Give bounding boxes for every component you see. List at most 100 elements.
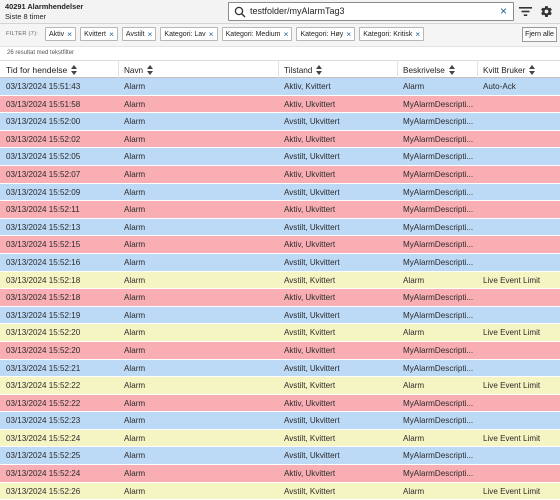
column-divider[interactable]: [397, 60, 398, 78]
search-value: testfolder/myAlarmTag3: [250, 6, 345, 16]
clear-search-button[interactable]: ×: [500, 4, 507, 18]
column-header-state[interactable]: Tilstand: [284, 61, 323, 79]
cell-name: Alarm: [124, 310, 146, 320]
table-row[interactable]: 03/13/2024 15:52:09 Alarm Avstilt, Ukvitte…: [0, 183, 560, 202]
cell-desc: MyAlarmDescripti...: [403, 398, 474, 408]
filter-button[interactable]: [517, 3, 534, 20]
filter-chip-avstilt[interactable]: Avstilt ×: [121, 27, 157, 41]
cell-time: 03/13/2024 15:52:20: [6, 328, 81, 338]
column-header-time[interactable]: Tid for hendelse: [6, 61, 78, 79]
table-row[interactable]: 03/13/2024 15:52:22 Alarm Avstilt, Kvitter…: [0, 377, 560, 395]
gear-icon: [541, 6, 552, 17]
cell-user: Live Event Limit: [483, 328, 541, 338]
filter-chip-kategori-medium[interactable]: Kategori: Medium ×: [221, 27, 293, 41]
cell-user: [483, 412, 559, 429]
remove-chip-icon[interactable]: ×: [346, 29, 351, 39]
cell-time: 03/13/2024 15:52:23: [6, 416, 81, 426]
column-divider[interactable]: [477, 60, 478, 78]
filter-chip-kategori-hoy[interactable]: Kategori: Høy ×: [296, 27, 356, 41]
cell-name: Alarm: [124, 398, 146, 408]
sort-icon: [448, 65, 455, 75]
sort-icon: [147, 65, 154, 75]
table-row[interactable]: 03/13/2024 15:52:15 Alarm Aktiv, Ukvittert…: [0, 236, 560, 254]
column-header-description[interactable]: Beskrivelse: [403, 61, 455, 79]
cell-desc: MyAlarmDescripti...: [403, 257, 474, 267]
table-row[interactable]: 03/13/2024 15:52:23 Alarm Avstilt, Ukvitte…: [0, 412, 560, 430]
filter-icon: [519, 7, 532, 16]
chip-label: Kategori: Lav: [164, 30, 206, 38]
column-header-name[interactable]: Navn: [124, 61, 154, 79]
filter-chip-kategori-lav[interactable]: Kategori: Lav ×: [160, 27, 218, 41]
sort-icon: [71, 65, 78, 75]
search-icon: [234, 6, 246, 18]
table-row[interactable]: 03/13/2024 15:52:18 Alarm Avstilt, Kvitter…: [0, 271, 560, 290]
filter-chip-kategori-kritisk[interactable]: Kategori: Kritisk ×: [359, 27, 425, 41]
cell-name: Alarm: [124, 169, 146, 179]
cell-time: 03/13/2024 15:52:05: [6, 152, 81, 162]
table-row[interactable]: 03/13/2024 15:52:11 Alarm Aktiv, Ukvittert…: [0, 201, 560, 219]
column-header-label: Tilstand: [284, 65, 313, 75]
cell-desc: MyAlarmDescripti...: [403, 240, 474, 250]
table-row[interactable]: 03/13/2024 15:52:05 Alarm Avstilt, Ukvitte…: [0, 148, 560, 166]
cell-name: Alarm: [124, 134, 146, 144]
column-header-ack-user[interactable]: Kvitt Bruker: [483, 61, 536, 79]
cell-time: 03/13/2024 15:52:09: [6, 187, 81, 197]
settings-button[interactable]: [538, 3, 555, 20]
cell-user: [483, 131, 559, 148]
table-row[interactable]: 03/13/2024 15:52:26 Alarm Avstilt, Kvitter…: [0, 482, 560, 500]
chip-label: Aktiv: [49, 30, 65, 38]
cell-desc: MyAlarmDescripti...: [403, 117, 474, 127]
table-row[interactable]: 03/13/2024 15:52:20 Alarm Avstilt, Kvitter…: [0, 324, 560, 342]
cell-name: Alarm: [124, 293, 146, 303]
cell-time: 03/13/2024 15:52:21: [6, 363, 81, 373]
cell-state: Avstilt, Ukvittert: [284, 416, 340, 426]
table-row[interactable]: 03/13/2024 15:52:19 Alarm Avstilt, Ukvitte…: [0, 306, 560, 325]
clear-all-filters-button[interactable]: Fjern alle: [522, 27, 557, 42]
table-row[interactable]: 03/13/2024 15:52:20 Alarm Aktiv, Ukvittert…: [0, 341, 560, 360]
cell-time: 03/13/2024 15:52:18: [6, 293, 81, 303]
column-header-label: Navn: [124, 65, 144, 75]
remove-chip-icon[interactable]: ×: [147, 29, 152, 39]
remove-chip-icon[interactable]: ×: [67, 29, 72, 39]
table-row[interactable]: 03/13/2024 15:52:07 Alarm Aktiv, Ukvittert…: [0, 165, 560, 184]
result-status: 26 resultat med tekstfilter: [0, 46, 560, 60]
remove-chip-icon[interactable]: ×: [415, 29, 420, 39]
cell-time: 03/13/2024 15:51:58: [6, 99, 81, 109]
cell-desc: MyAlarmDescripti...: [403, 416, 474, 426]
cell-user: [483, 465, 559, 482]
column-divider[interactable]: [118, 60, 119, 78]
table-row[interactable]: 03/13/2024 15:52:02 Alarm Aktiv, Ukvittert…: [0, 130, 560, 149]
column-divider[interactable]: [278, 60, 279, 78]
table-row[interactable]: 03/13/2024 15:51:43 Alarm Aktiv, Kvittert A…: [0, 78, 560, 96]
table-row[interactable]: 03/13/2024 15:52:16 Alarm Avstilt, Ukvitte…: [0, 253, 560, 272]
remove-chip-icon[interactable]: ×: [109, 29, 114, 39]
cell-name: Alarm: [124, 82, 146, 91]
table-row[interactable]: 03/13/2024 15:52:24 Alarm Avstilt, Kvitter…: [0, 429, 560, 448]
table-row[interactable]: 03/13/2024 15:52:22 Alarm Aktiv, Ukvittert…: [0, 394, 560, 413]
table-row[interactable]: 03/13/2024 15:52:25 Alarm Avstilt, Ukvitte…: [0, 447, 560, 466]
cell-time: 03/13/2024 15:52:02: [6, 134, 81, 144]
filter-chip-aktiv[interactable]: Aktiv ×: [45, 27, 77, 41]
table-row[interactable]: 03/13/2024 15:52:21 Alarm Avstilt, Ukvitte…: [0, 359, 560, 378]
table-row[interactable]: 03/13/2024 15:52:24 Alarm Aktiv, Ukvittert…: [0, 465, 560, 483]
filter-chip-kvittert[interactable]: Kvittert ×: [80, 27, 118, 41]
chip-label: Kategori: Kritisk: [363, 30, 413, 38]
table-row[interactable]: 03/13/2024 15:52:00 Alarm Avstilt, Ukvitte…: [0, 113, 560, 131]
cell-desc: Alarm: [403, 381, 425, 391]
search-input[interactable]: testfolder/myAlarmTag3 ×: [228, 2, 514, 21]
cell-state: Avstilt, Kvittert: [284, 381, 336, 391]
cell-desc: Alarm: [403, 275, 425, 285]
table-row[interactable]: 03/13/2024 15:52:13 Alarm Avstilt, Ukvitte…: [0, 218, 560, 237]
cell-desc: MyAlarmDescripti...: [403, 310, 474, 320]
cell-state: Avstilt, Ukvittert: [284, 451, 340, 461]
cell-desc: MyAlarmDescripti...: [403, 169, 474, 179]
remove-chip-icon[interactable]: ×: [209, 29, 214, 39]
alarm-table-body: 03/13/2024 15:51:43 Alarm Aktiv, Kvittert A…: [0, 78, 560, 500]
table-row[interactable]: 03/13/2024 15:52:18 Alarm Aktiv, Ukvittert…: [0, 289, 560, 307]
cell-user: [483, 113, 559, 130]
column-header-label: Beskrivelse: [403, 65, 445, 75]
cell-desc: MyAlarmDescripti...: [403, 205, 474, 215]
remove-chip-icon[interactable]: ×: [284, 29, 289, 39]
table-row[interactable]: 03/13/2024 15:51:58 Alarm Aktiv, Ukvittert…: [0, 95, 560, 114]
cell-time: 03/13/2024 15:52:00: [6, 117, 81, 127]
